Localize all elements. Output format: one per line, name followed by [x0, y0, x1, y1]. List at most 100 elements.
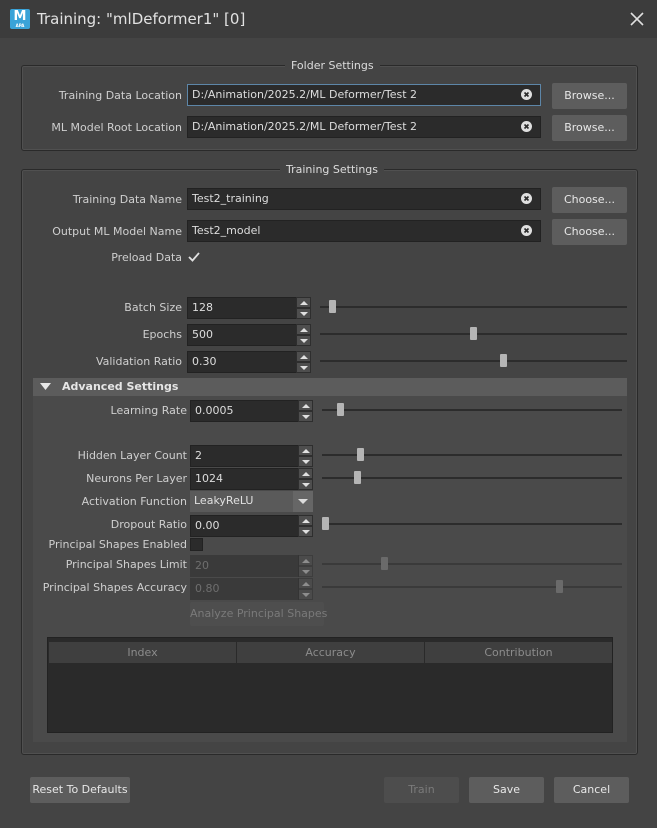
epochs-slider-handle[interactable] — [470, 327, 477, 340]
folder-settings-title: Folder Settings — [285, 59, 380, 73]
arrow-up-icon[interactable] — [298, 400, 313, 411]
training-settings-title: Training Settings — [280, 163, 385, 177]
principal-shapes-limit-slider-handle[interactable] — [381, 557, 388, 570]
epochs-spinner[interactable] — [296, 324, 311, 346]
learning-rate-label: Learning Rate — [110, 404, 187, 417]
ml-model-root-location-value: D:/Animation/2025.2/ML Deformer/Test 2 — [192, 120, 418, 133]
clear-icon[interactable] — [521, 225, 532, 236]
validation-ratio-slider-handle[interactable] — [500, 354, 507, 367]
learning-rate-slider[interactable] — [322, 403, 622, 416]
batch-size-spinner[interactable] — [296, 297, 311, 319]
principal-shapes-limit-input[interactable]: 20 — [190, 555, 299, 577]
dropout-ratio-slider[interactable] — [322, 517, 622, 530]
arrow-up-icon[interactable] — [298, 578, 313, 589]
train-button[interactable]: Train — [384, 777, 459, 803]
hidden-layer-count-slider[interactable] — [322, 448, 622, 461]
close-button[interactable] — [626, 8, 648, 30]
principal-shapes-limit-value: 20 — [195, 559, 209, 572]
arrow-up-icon[interactable] — [296, 297, 311, 308]
arrow-down-icon[interactable] — [296, 362, 311, 373]
cancel-button[interactable]: Cancel — [554, 777, 629, 803]
browse-training-data-button[interactable]: Browse... — [552, 83, 627, 109]
arrow-down-icon[interactable] — [298, 479, 313, 490]
arrow-down-icon[interactable] — [298, 456, 313, 467]
window-title: Training: "mlDeformer1" [0] — [37, 10, 246, 28]
hidden-layer-count-input[interactable]: 2 — [190, 445, 299, 467]
chevron-down-icon — [298, 499, 308, 504]
batch-size-slider[interactable] — [320, 300, 627, 313]
arrow-down-icon[interactable] — [298, 526, 313, 537]
training-data-location-input[interactable]: D:/Animation/2025.2/ML Deformer/Test 2 — [187, 84, 541, 106]
arrow-down-icon[interactable] — [298, 589, 313, 600]
neurons-per-layer-slider-handle[interactable] — [354, 471, 361, 484]
principal-shapes-accuracy-slider-handle[interactable] — [556, 580, 563, 593]
batch-size-slider-handle[interactable] — [329, 300, 336, 313]
arrow-up-icon[interactable] — [298, 468, 313, 479]
browse-ml-model-root-button[interactable]: Browse... — [552, 115, 627, 141]
principal-shapes-accuracy-input[interactable]: 0.80 — [190, 578, 299, 600]
training-data-location-label: Training Data Location — [58, 89, 182, 102]
save-button[interactable]: Save — [469, 777, 544, 803]
validation-ratio-spinner[interactable] — [296, 351, 311, 373]
neurons-per-layer-input[interactable]: 1024 — [190, 468, 299, 490]
arrow-down-icon[interactable] — [298, 566, 313, 577]
arrow-up-icon[interactable] — [298, 555, 313, 566]
arrow-down-icon[interactable] — [296, 335, 311, 346]
clear-icon[interactable] — [521, 121, 532, 132]
output-ml-model-name-input[interactable]: Test2_model — [187, 220, 541, 242]
training-data-location-value: D:/Animation/2025.2/ML Deformer/Test 2 — [192, 88, 418, 101]
close-icon — [630, 12, 644, 26]
arrow-down-icon[interactable] — [296, 308, 311, 319]
advanced-settings-header[interactable]: Advanced Settings — [33, 378, 627, 396]
clear-icon[interactable] — [521, 193, 532, 204]
activation-function-dropdown[interactable]: LeakyReLU — [190, 491, 313, 512]
principal-shapes-limit-spinner[interactable] — [298, 555, 313, 577]
hidden-layer-count-spinner[interactable] — [298, 445, 313, 467]
validation-ratio-input[interactable]: 0.30 — [187, 351, 297, 373]
principal-shapes-enabled-label: Principal Shapes Enabled — [48, 538, 188, 551]
dropout-ratio-slider-handle[interactable] — [322, 517, 329, 530]
preload-data-label: Preload Data — [111, 251, 182, 264]
ml-model-root-location-input[interactable]: D:/Animation/2025.2/ML Deformer/Test 2 — [187, 116, 541, 138]
batch-size-input[interactable]: 128 — [187, 297, 297, 319]
batch-size-value: 128 — [192, 301, 213, 314]
activation-function-value: LeakyReLU — [194, 494, 254, 507]
reset-to-defaults-button[interactable]: Reset To Defaults — [30, 777, 130, 803]
arrow-down-icon[interactable] — [298, 411, 313, 422]
preload-data-checkbox[interactable] — [187, 250, 201, 264]
collapse-arrow-icon — [40, 383, 51, 390]
epochs-slider[interactable] — [320, 327, 627, 340]
arrow-up-icon[interactable] — [298, 515, 313, 526]
neurons-per-layer-label: Neurons Per Layer — [86, 472, 187, 485]
principal-shapes-limit-slider[interactable] — [322, 557, 622, 570]
neurons-per-layer-spinner[interactable] — [298, 468, 313, 490]
training-data-name-label: Training Data Name — [72, 193, 182, 206]
neurons-per-layer-slider[interactable] — [322, 471, 622, 484]
dropout-ratio-spinner[interactable] — [298, 515, 313, 537]
table-header-index[interactable]: Index — [49, 642, 237, 663]
learning-rate-slider-handle[interactable] — [337, 403, 344, 416]
table-header-contribution[interactable]: Contribution — [425, 642, 612, 663]
arrow-up-icon[interactable] — [296, 351, 311, 362]
choose-training-data-button[interactable]: Choose... — [552, 187, 627, 213]
principal-shapes-accuracy-spinner[interactable] — [298, 578, 313, 600]
arrow-up-icon[interactable] — [296, 324, 311, 335]
advanced-settings-title: Advanced Settings — [62, 380, 179, 393]
principal-shapes-enabled-checkbox[interactable] — [190, 538, 203, 551]
hidden-layer-count-slider-handle[interactable] — [357, 448, 364, 461]
arrow-up-icon[interactable] — [298, 445, 313, 456]
learning-rate-input[interactable]: 0.0005 — [190, 400, 299, 422]
principal-shapes-accuracy-slider[interactable] — [322, 580, 622, 593]
folder-settings-group — [21, 65, 638, 151]
clear-icon[interactable] — [521, 89, 532, 100]
choose-output-model-button[interactable]: Choose... — [552, 219, 627, 245]
dropdown-button[interactable] — [293, 491, 313, 512]
dropout-ratio-input[interactable]: 0.00 — [190, 515, 299, 537]
epochs-input[interactable]: 500 — [187, 324, 297, 346]
analyze-principal-shapes-button[interactable]: Analyze Principal Shapes — [190, 602, 327, 626]
validation-ratio-slider[interactable] — [320, 354, 627, 367]
learning-rate-spinner[interactable] — [298, 400, 313, 422]
training-data-name-input[interactable]: Test2_training — [187, 188, 541, 210]
hidden-layer-count-label: Hidden Layer Count — [77, 449, 187, 462]
table-header-accuracy[interactable]: Accuracy — [237, 642, 425, 663]
